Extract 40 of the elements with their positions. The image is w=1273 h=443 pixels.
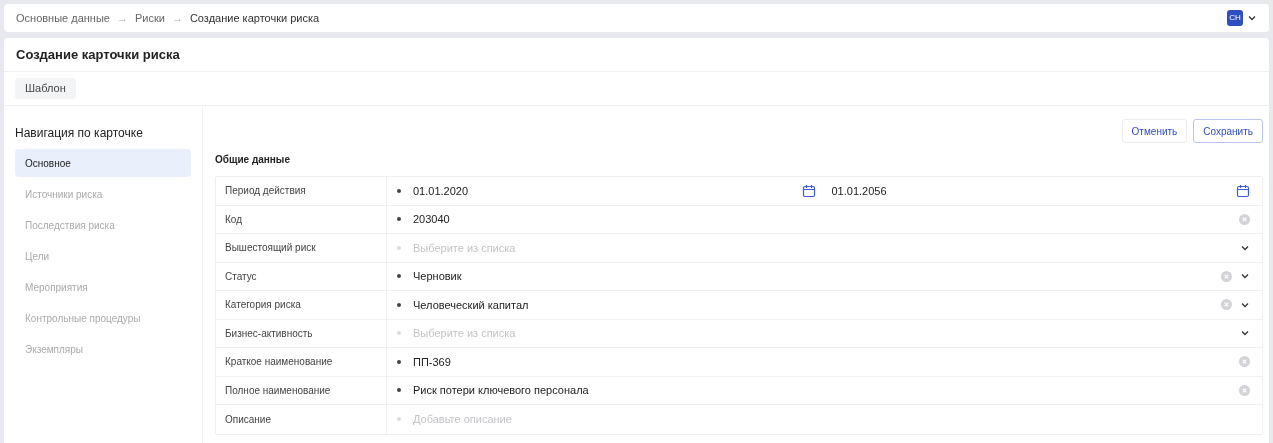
field-label: Статус — [225, 269, 257, 284]
field-label: Описание — [225, 412, 271, 427]
field-label: Код — [225, 212, 242, 227]
field-value: ПП-369 — [413, 354, 451, 370]
select-field[interactable]: Черновик — [387, 262, 1262, 290]
field-label: Краткое наименование — [225, 355, 333, 370]
input-field[interactable]: Риск потери ключевого персонала — [387, 376, 1262, 404]
page-title: Создание карточки риска — [16, 45, 180, 64]
field-label: Вышестоящий риск — [225, 241, 316, 256]
select-field[interactable]: Человеческий капитал — [387, 291, 1262, 319]
sidebar-title: Навигация по карточке — [15, 125, 144, 142]
field-value: 01.01.2020 — [413, 183, 469, 199]
field-value: Риск потери ключевого персонала — [413, 383, 589, 398]
field-label: Полное наименование — [225, 383, 331, 398]
user-avatar[interactable]: СН — [1227, 10, 1243, 26]
field-label: Категория риска — [225, 298, 301, 313]
field-value: Человеческий капитал — [413, 297, 529, 313]
breadcrumb-separator: → — [171, 10, 183, 26]
field-placeholder: Добавьте описание — [413, 412, 512, 427]
input-field[interactable]: 203040 — [387, 205, 1262, 233]
breadcrumb-link[interactable]: Основные данные — [16, 9, 110, 27]
save-button[interactable]: Сохранить — [1193, 119, 1263, 143]
field-label: Период действия — [225, 184, 306, 199]
field-label: Бизнес-активность — [225, 326, 313, 341]
date-range-field[interactable]: 01.01.2020 01.01.2056 — [387, 182, 1262, 199]
input-field[interactable]: ПП-369 — [387, 348, 1262, 376]
breadcrumb-link[interactable]: Риски — [134, 9, 165, 27]
field-value: 01.01.2056 — [831, 183, 887, 199]
calendar-icon[interactable] — [1236, 183, 1250, 198]
field-value: Черновик — [413, 269, 462, 284]
field-placeholder: Выберите из списка — [413, 240, 516, 256]
cancel-button[interactable]: Отменить — [1121, 119, 1188, 143]
section-title: Общие данные — [215, 153, 291, 167]
field-placeholder: Выберите из списка — [413, 326, 516, 341]
breadcrumb-separator: → — [116, 10, 128, 26]
sidebar-item[interactable]: Основное — [15, 149, 191, 177]
calendar-icon[interactable] — [801, 183, 816, 198]
field-value: 203040 — [413, 212, 450, 227]
chevron-down-icon[interactable] — [1247, 13, 1257, 23]
template-button[interactable]: Шаблон — [15, 78, 76, 99]
